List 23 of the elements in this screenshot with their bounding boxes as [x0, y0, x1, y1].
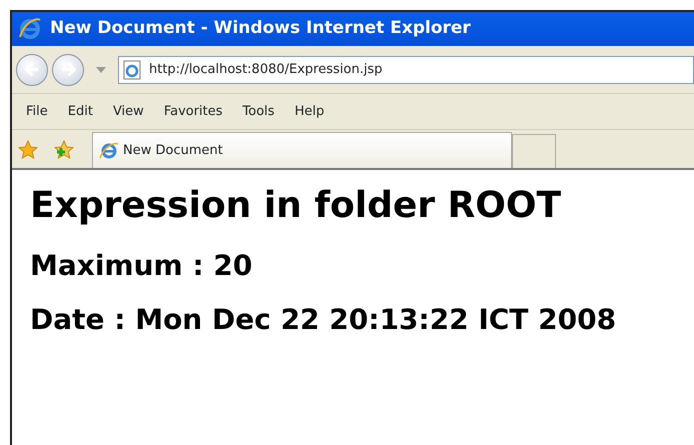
menu-item[interactable]: Favorites: [158, 100, 229, 124]
browser-tab[interactable]: New Document: [92, 132, 512, 168]
address-field[interactable]: http://localhost:8080/Expression.jsp: [118, 56, 694, 84]
page-heading: Expression in folder ROOT: [30, 184, 562, 228]
back-arrow-icon: [24, 62, 40, 77]
forward-button[interactable]: [52, 54, 84, 86]
page-icon: [123, 60, 141, 80]
menu-item[interactable]: File: [20, 100, 54, 124]
dropdown-caret-icon[interactable]: [96, 66, 106, 72]
menu-item[interactable]: Edit: [62, 100, 99, 124]
menu-item[interactable]: Help: [288, 100, 330, 124]
page-text: Date : Mon Dec 22 20:13:22 ICT 2008: [30, 302, 618, 336]
browser-logo-icon: [18, 17, 42, 41]
menu-item[interactable]: Tools: [236, 100, 281, 124]
menu-item[interactable]: View: [106, 100, 150, 124]
add-star-icon[interactable]: [54, 140, 74, 160]
page-text: Maximum : 20: [30, 249, 254, 283]
forward-arrow-icon: [60, 62, 76, 77]
star-icon[interactable]: [18, 140, 38, 160]
window-title: New Document - Windows Internet Explorer: [50, 17, 471, 40]
back-button[interactable]: [16, 54, 48, 86]
browser-logo-icon: [99, 140, 119, 160]
new-tab-button[interactable]: [512, 134, 556, 168]
